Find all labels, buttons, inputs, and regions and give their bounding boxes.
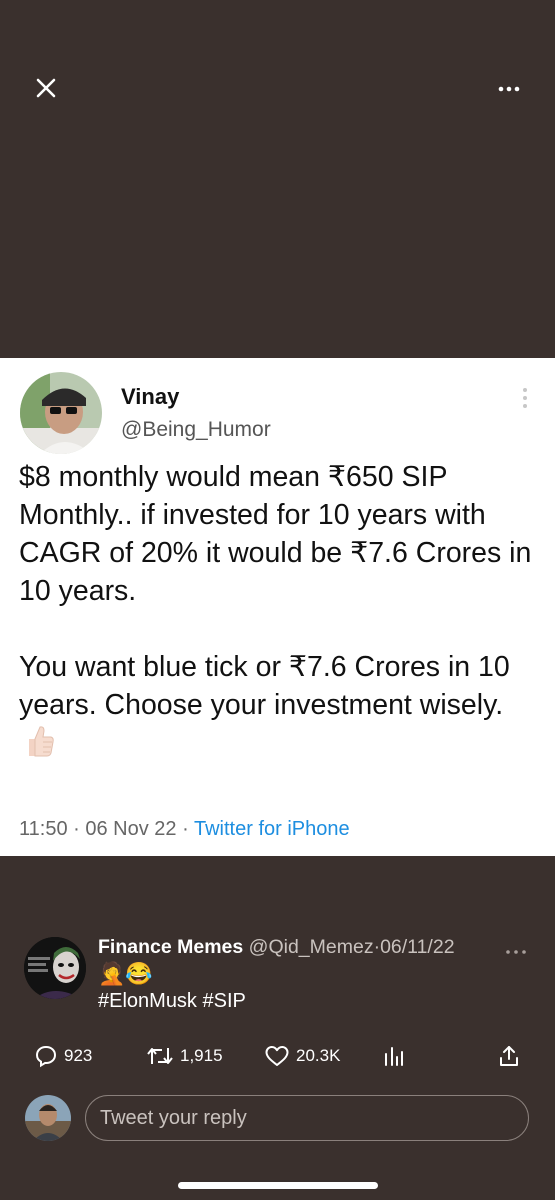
- tweet-source-link[interactable]: Twitter for iPhone: [194, 818, 350, 840]
- author-handle: @Being_Humor: [121, 418, 271, 441]
- tweet-time: 11:50: [19, 818, 68, 840]
- reply-count: 923: [64, 1046, 93, 1065]
- more-horizontal-icon: [506, 950, 526, 954]
- heart-icon: [265, 1046, 289, 1066]
- author-handle[interactable]: @Qid_Memez: [249, 936, 374, 958]
- avatar: [25, 1095, 71, 1141]
- share-button[interactable]: [497, 1044, 521, 1068]
- avatar[interactable]: [24, 937, 86, 999]
- tweet-action-bar: 923 1,915 20.3K: [0, 1040, 555, 1076]
- like-button[interactable]: 20.3K: [264, 1044, 340, 1068]
- thumbs-up-icon: [23, 724, 55, 768]
- more-horizontal-icon: [498, 86, 520, 92]
- like-count: 20.3K: [296, 1046, 341, 1065]
- tweet-meta: 11:50 · 06 Nov 22 · Twitter for iPhone: [19, 818, 350, 841]
- media-viewer-top-bar: [0, 0, 555, 180]
- share-icon: [500, 1046, 518, 1066]
- reply-placeholder: Tweet your reply: [100, 1106, 247, 1129]
- more-vertical-icon: [521, 386, 529, 410]
- meta-separator: ·: [182, 818, 189, 840]
- home-indicator[interactable]: [178, 1182, 378, 1189]
- tweet-more-button[interactable]: [505, 944, 527, 962]
- tweet-date: 06/11/22: [380, 936, 455, 958]
- author-name[interactable]: Finance Memes: [98, 936, 243, 958]
- author-name: Vinay: [121, 384, 180, 409]
- retweet-button[interactable]: 1,915: [146, 1044, 223, 1068]
- tweet-date: 06 Nov 22: [85, 818, 177, 840]
- tweet-header: Finance Memes @Qid_Memez·06/11/22: [98, 936, 455, 959]
- retweet-icon: [147, 1048, 173, 1064]
- reply-button[interactable]: 923: [34, 1044, 92, 1068]
- avatar: [20, 372, 102, 454]
- close-button[interactable]: [30, 72, 62, 104]
- more-options-button[interactable]: [493, 72, 525, 104]
- tweet-emoji: 🤦😂: [98, 961, 153, 986]
- close-icon: [36, 78, 56, 98]
- reply-input[interactable]: Tweet your reply: [85, 1095, 529, 1141]
- analytics-button[interactable]: [382, 1044, 406, 1068]
- tweet-image-card[interactable]: Vinay @Being_Humor $8 monthly would mean…: [0, 358, 555, 856]
- analytics-icon: [385, 1047, 403, 1066]
- tweet-text: $8 monthly would mean ₹650 SIP Monthly..…: [19, 458, 539, 768]
- reply-icon: [35, 1045, 57, 1068]
- tweet-hashtags[interactable]: #ElonMusk #SIP: [98, 990, 246, 1013]
- retweet-count: 1,915: [180, 1046, 223, 1065]
- reply-composer: Tweet your reply: [0, 1092, 555, 1146]
- tweet-body: $8 monthly would mean ₹650 SIP Monthly..…: [19, 461, 532, 721]
- meta-separator: ·: [73, 818, 80, 840]
